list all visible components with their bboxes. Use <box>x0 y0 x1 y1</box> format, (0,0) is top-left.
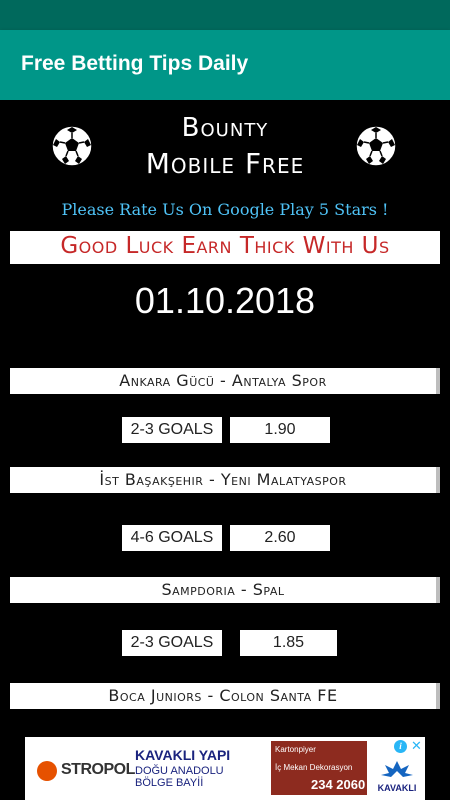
ad-headline: KAVAKLI YAPI <box>135 747 231 763</box>
app-title: Free Betting Tips Daily <box>21 52 249 75</box>
match-teams: Ankara Gücü - Antalya Spor <box>10 368 440 394</box>
status-bar <box>0 0 450 30</box>
stropol-text: STROPOL <box>61 761 135 778</box>
close-icon[interactable]: ✕ <box>411 739 422 754</box>
stropol-logo: STROPOL <box>31 755 135 785</box>
ad-box-phone: 234 2060 <box>311 777 366 792</box>
match-teams: Boca Juniors - Colon Santa FE <box>10 683 440 709</box>
tip-odds: 1.85 <box>240 630 337 656</box>
tip-prediction: 4-6 GOALS <box>122 525 222 551</box>
brand-title-line1: Bounty <box>181 113 269 143</box>
match-teams: Sampdoria - Spal <box>10 577 440 603</box>
tip-odds: 1.90 <box>230 417 330 443</box>
ad-box-line2: İç Mekan Dekorasyon <box>275 763 353 772</box>
ad-box-line1: Kartonpiyer <box>275 745 316 754</box>
tip-odds: 2.60 <box>230 525 330 551</box>
app-bar: Free Betting Tips Daily <box>0 30 450 100</box>
ad-subline: DOĞU ANADOLU BÖLGE BAYİİ <box>135 765 224 789</box>
tips-date: 01.10.2018 <box>134 280 316 321</box>
rate-us-link[interactable]: Please Rate Us On Google Play 5 Stars ! <box>0 200 450 219</box>
brand-title-line2: Mobile Free <box>145 147 305 180</box>
good-luck-banner: Good Luck Earn Thick With Us <box>10 231 440 264</box>
match-teams: İst Başakşehir - Yeni Malatyaspor <box>10 467 440 493</box>
stropol-mark-icon <box>37 761 57 781</box>
tip-prediction: 2-3 GOALS <box>122 417 222 443</box>
info-icon[interactable]: i <box>394 740 407 753</box>
ad-banner[interactable]: STROPOL KAVAKLI YAPI DOĞU ANADOLU BÖLGE … <box>25 737 425 800</box>
kavakli-logo-text: KAVAKLI <box>378 783 417 793</box>
kavakli-logo-icon: KAVAKLI <box>378 761 417 793</box>
ad-promo-box: Kartonpiyer İç Mekan Dekorasyon 234 2060 <box>271 741 367 795</box>
tip-prediction: 2-3 GOALS <box>122 630 222 656</box>
